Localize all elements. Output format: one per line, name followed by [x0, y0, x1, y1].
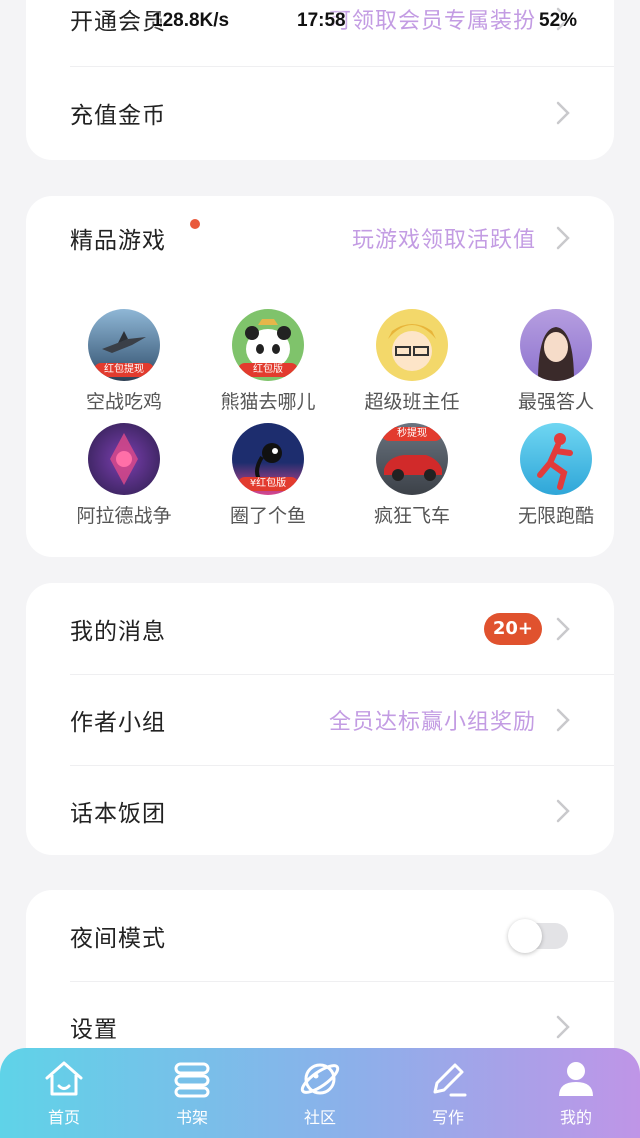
tab-label: 书架 — [175, 1108, 208, 1127]
game-name: 阿拉德战争 — [76, 505, 172, 527]
bottom-tab-bar: 首页 书架 社区 写作 我的 — [0, 1048, 640, 1138]
game-tag: ¥红包版 — [238, 477, 298, 491]
game-icon-car: 秒提现 — [376, 423, 448, 495]
game-icon-teacher — [376, 309, 448, 381]
game-name: 空战吃鸡 — [85, 391, 162, 413]
profile-icon — [559, 1062, 593, 1096]
game-item[interactable]: 红包提现 空战吃鸡 — [54, 309, 194, 414]
game-item[interactable]: ¥红包版 圈了个鱼 — [198, 423, 338, 528]
tab-community[interactable]: 社区 — [256, 1048, 384, 1138]
pen-icon — [433, 1063, 467, 1097]
unread-badge: 20+ — [483, 612, 542, 645]
toggle-knob — [508, 918, 542, 953]
game-icon-quiz — [520, 309, 592, 381]
game-item[interactable]: 无限跑酷 — [486, 423, 614, 528]
game-item[interactable]: 最强答人 — [486, 309, 614, 414]
game-name: 最强答人 — [517, 391, 594, 413]
game-icon-arad — [88, 423, 160, 495]
battery-level: 52% — [539, 10, 578, 31]
game-icon-fish: ¥红包版 — [232, 423, 304, 495]
game-name: 疯狂飞车 — [373, 505, 450, 527]
fan-group-row[interactable]: 话本饭团 — [26, 765, 614, 855]
home-icon — [45, 1061, 83, 1096]
network-speed: 128.8K/s — [152, 10, 230, 31]
chevron-right-icon — [556, 1015, 570, 1039]
chevron-right-icon — [556, 101, 570, 125]
recharge-row[interactable]: 充值金币 — [26, 66, 614, 160]
social-card: 我的消息 20+ 作者小组 全员达标赢小组奖励 话本饭团 — [26, 583, 614, 855]
game-item[interactable]: 红包版 熊猫去哪儿 — [198, 309, 338, 414]
chevron-right-icon — [556, 226, 570, 250]
chevron-right-icon — [556, 617, 570, 641]
clock: 17:58 — [297, 10, 346, 31]
tab-label: 我的 — [559, 1108, 592, 1127]
night-mode-label: 夜间模式 — [70, 925, 166, 952]
tab-write[interactable]: 写作 — [384, 1048, 512, 1138]
game-icon-jet: 红包提现 — [88, 309, 160, 381]
status-bar: 128.8K/s 17:58 52% — [0, 0, 640, 44]
night-mode-row: 夜间模式 — [26, 890, 614, 981]
settings-label: 设置 — [70, 1016, 118, 1043]
chevron-right-icon — [556, 708, 570, 732]
author-group-label: 作者小组 — [70, 709, 166, 736]
bookshelf-icon — [174, 1062, 210, 1098]
tab-label: 写作 — [431, 1108, 464, 1127]
recharge-label: 充值金币 — [70, 103, 166, 129]
tab-label: 社区 — [303, 1108, 336, 1127]
game-icon-panda: 红包版 — [232, 309, 304, 381]
game-tag: 红包版 — [238, 363, 298, 377]
game-tag: 红包提现 — [94, 363, 154, 377]
tab-bookshelf[interactable]: 书架 — [128, 1048, 256, 1138]
tab-label: 首页 — [47, 1108, 80, 1127]
tab-home[interactable]: 首页 — [0, 1048, 128, 1138]
night-mode-toggle[interactable] — [508, 918, 568, 953]
games-card: 精品游戏 玩游戏领取活跃值 红包提现 空战吃鸡 红包版 熊猫去哪儿 超级班主任 — [26, 196, 614, 557]
game-item[interactable]: 超级班主任 — [342, 309, 482, 414]
game-name: 无限跑酷 — [517, 505, 594, 527]
fan-group-label: 话本饭团 — [70, 800, 166, 827]
messages-row[interactable]: 我的消息 20+ — [26, 583, 614, 674]
game-name: 熊猫去哪儿 — [220, 391, 316, 413]
games-title: 精品游戏 — [70, 228, 166, 254]
game-name: 圈了个鱼 — [229, 505, 306, 527]
game-tag: 秒提现 — [382, 427, 442, 441]
game-name: 超级班主任 — [364, 391, 460, 413]
game-item[interactable]: 阿拉德战争 — [54, 423, 194, 528]
messages-label: 我的消息 — [70, 618, 166, 645]
planet-icon — [300, 1063, 340, 1095]
tab-profile[interactable]: 我的 — [512, 1048, 640, 1138]
game-icon-runner — [520, 423, 592, 495]
author-group-sub: 全员达标赢小组奖励 — [328, 709, 536, 735]
chevron-right-icon — [556, 799, 570, 823]
games-header[interactable]: 精品游戏 玩游戏领取活跃值 — [26, 196, 614, 280]
author-group-row[interactable]: 作者小组 全员达标赢小组奖励 — [26, 674, 614, 765]
games-sub: 玩游戏领取活跃值 — [351, 228, 536, 253]
game-item[interactable]: 秒提现 疯狂飞车 — [342, 423, 482, 528]
new-dot-indicator — [190, 219, 200, 229]
